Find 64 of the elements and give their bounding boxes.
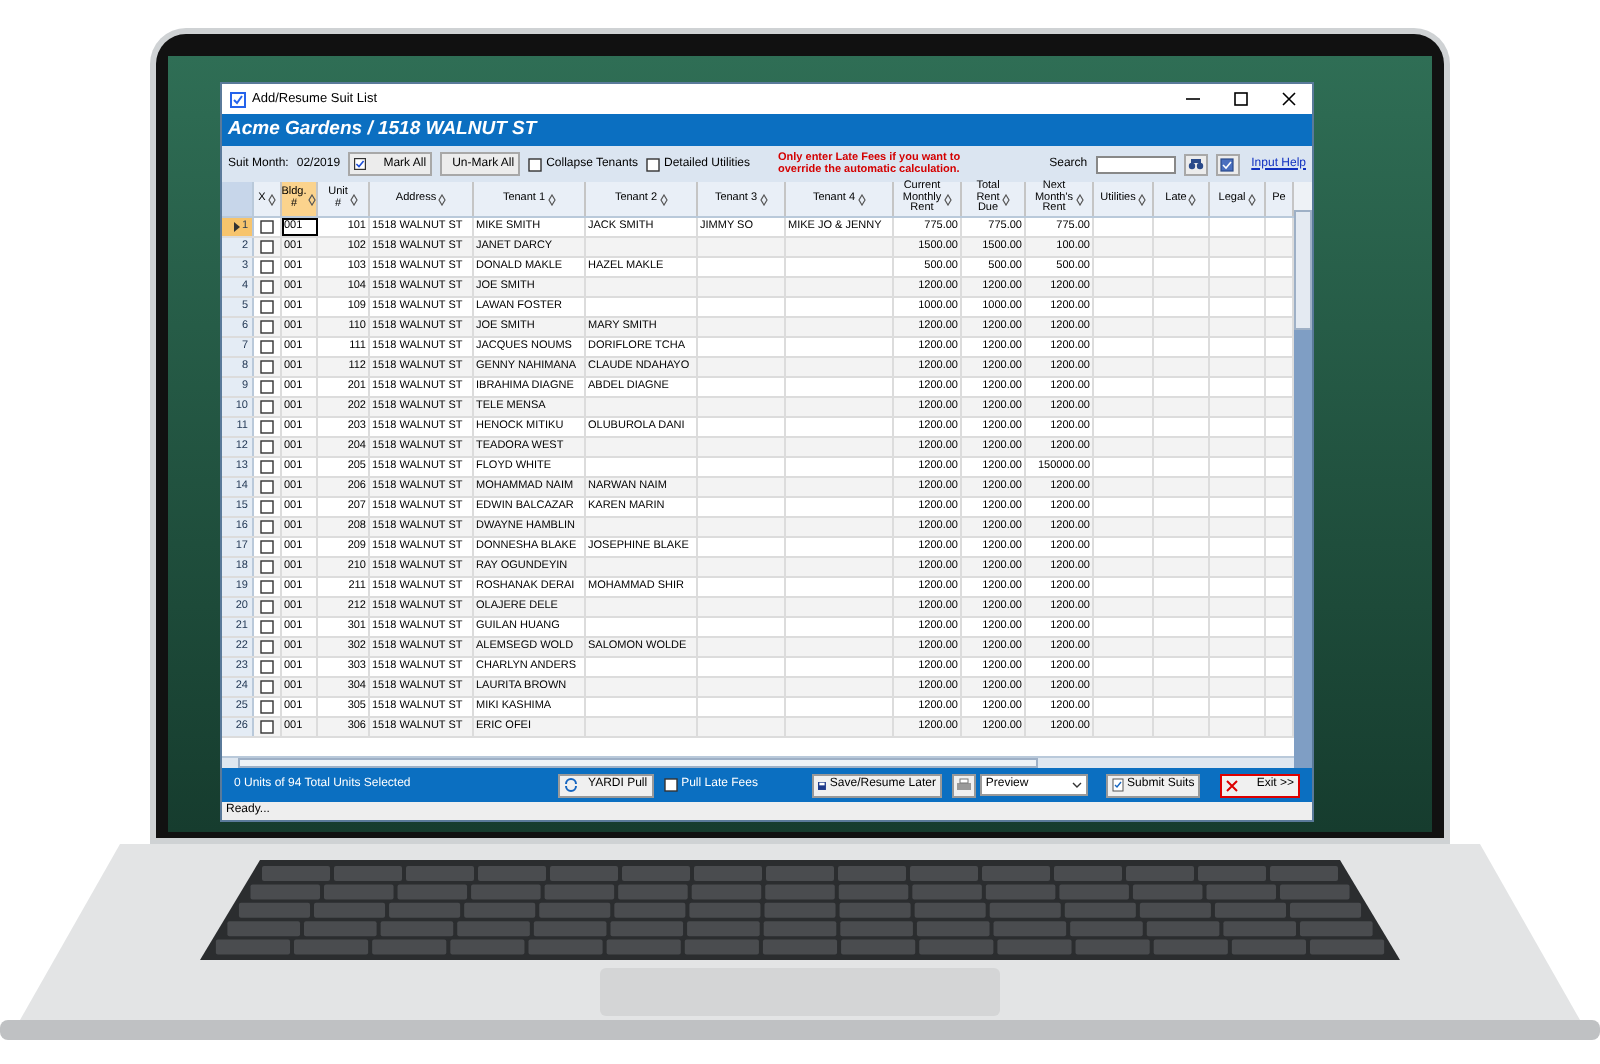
sort-icon [943,193,952,205]
row-checkbox[interactable] [260,300,274,314]
close-icon[interactable] [1282,92,1296,106]
row-checkbox[interactable] [260,720,274,734]
option-checkbox[interactable] [528,157,543,171]
row-checkbox[interactable] [260,520,274,534]
row-checkbox[interactable] [260,460,274,474]
row-checkbox[interactable] [260,320,274,334]
row-checkbox[interactable] [260,380,274,394]
row-checkbox[interactable] [260,420,274,434]
sort-icon [1188,193,1197,205]
toolbar-button[interactable] [1215,153,1240,175]
printer-icon [955,778,972,792]
minimize-icon[interactable] [1186,92,1200,106]
sort-icon [759,193,768,205]
row-checkbox[interactable] [260,640,274,654]
sort-icon [1247,193,1256,205]
row-checkbox[interactable] [260,480,274,494]
pull-late-fees-checkbox[interactable] [663,778,678,792]
row-checkbox[interactable] [260,500,274,514]
row-checkbox[interactable] [260,360,274,374]
sort-icon [308,193,317,205]
option-checkbox[interactable] [645,157,660,171]
scroll-thumb[interactable] [238,758,1038,768]
vertical-scrollbar[interactable] [1294,182,1312,768]
refresh-icon [563,778,578,792]
row-checkbox[interactable] [260,660,274,674]
row-checkbox[interactable] [260,700,274,714]
save-icon [817,779,826,791]
row-checkbox[interactable] [260,620,274,634]
app-icon [230,91,246,107]
sort-icon [857,193,866,205]
chevron-down-icon [1071,782,1082,788]
maximize-icon[interactable] [1234,92,1248,106]
row-checkbox[interactable] [260,400,274,414]
sort-icon [659,193,668,205]
search-field[interactable] [1095,155,1176,173]
sort-icon [267,193,276,205]
property-title: Acme Gardens / 1518 WALNUT ST [228,115,537,144]
row-checkbox[interactable] [260,220,274,234]
close-icon [1226,779,1239,791]
sort-icon [1075,193,1084,205]
current-row-icon [233,222,240,232]
row-checkbox[interactable] [260,240,274,254]
sort-icon [438,193,447,205]
row-checkbox[interactable] [260,280,274,294]
scroll-thumb[interactable] [1294,210,1312,330]
document-check-icon [1111,778,1124,792]
sort-icon [1001,193,1010,205]
print-button[interactable] [951,773,976,797]
row-checkbox[interactable] [260,540,274,554]
row-checkbox[interactable] [260,560,274,574]
row-checkbox[interactable] [260,260,274,274]
sort-icon [547,193,556,205]
row-checkbox[interactable] [260,340,274,354]
find-button[interactable] [1183,153,1208,175]
checkbox-icon [354,158,367,170]
row-checkbox[interactable] [260,580,274,594]
horizontal-scrollbar[interactable] [222,756,1294,768]
sort-icon [1137,193,1146,205]
sort-icon [349,193,358,205]
row-checkbox[interactable] [260,680,274,694]
row-checkbox[interactable] [260,440,274,454]
row-checkbox[interactable] [260,600,274,614]
